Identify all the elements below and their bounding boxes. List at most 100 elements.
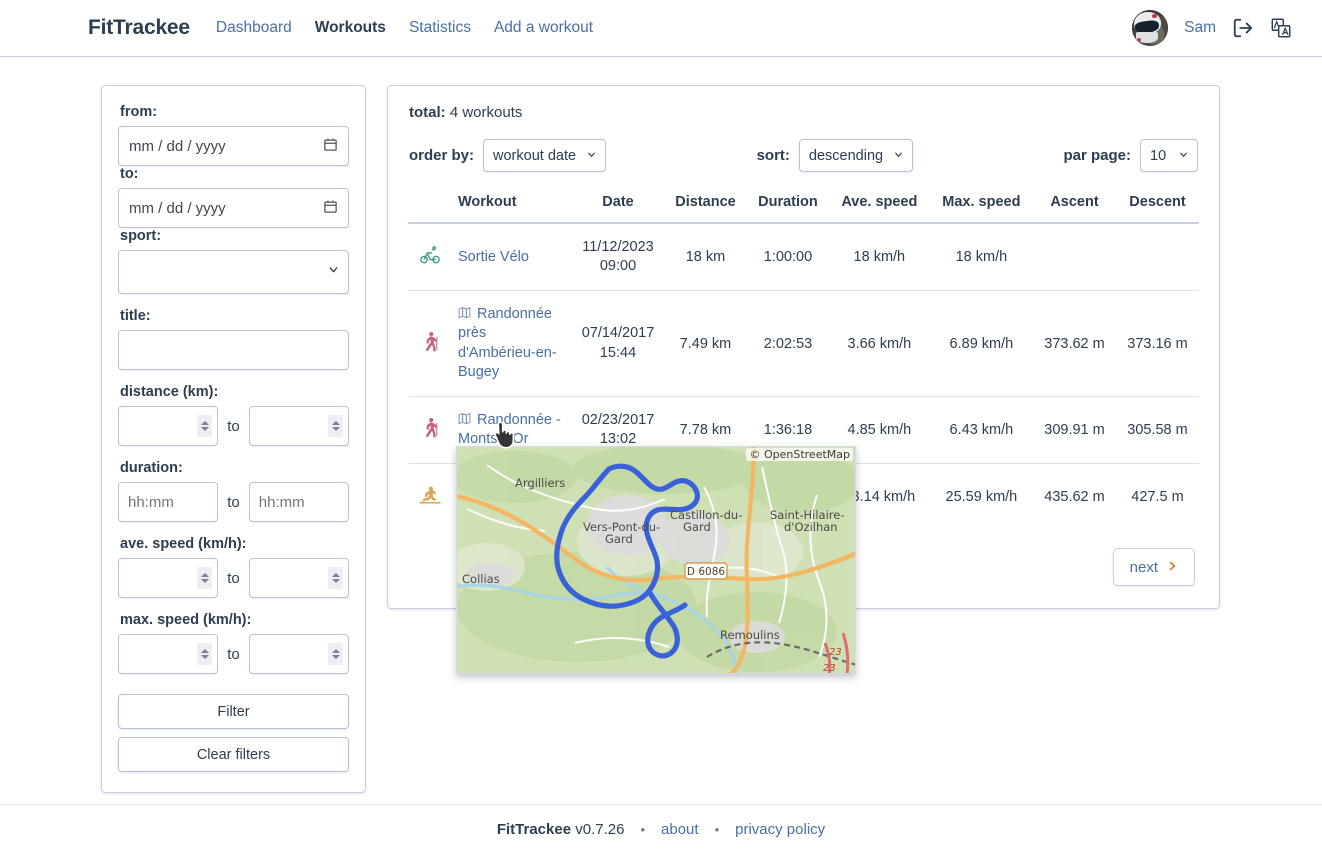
total-value: 4 workouts xyxy=(450,104,523,121)
filter-distance-to-input[interactable] xyxy=(249,406,349,446)
workout-map-popup[interactable]: D 6086 23 23 Argilliers Vers-Pont-du- Ga… xyxy=(456,446,856,674)
sort-select[interactable]: descending xyxy=(799,139,913,172)
workout-descent xyxy=(1116,223,1199,291)
workout-title-link[interactable]: Sortie Vélo xyxy=(458,249,529,265)
filter-title-input[interactable] xyxy=(118,330,349,370)
map-canvas: D 6086 23 23 Argilliers Vers-Pont-du- Ga… xyxy=(457,447,856,674)
calendar-icon[interactable] xyxy=(323,199,338,218)
filter-max-speed-from-input[interactable] xyxy=(118,634,218,674)
nav-item-dashboard[interactable]: Dashboard xyxy=(216,19,292,37)
sort-group: sort: descending xyxy=(757,139,913,172)
app-brand[interactable]: FitTrackee xyxy=(88,16,190,40)
per-page-label: par page: xyxy=(1063,147,1131,164)
road-label-23b: 23 xyxy=(823,663,836,674)
filter-duration-to-input[interactable] xyxy=(249,482,349,522)
footer-version: v0.7.26 xyxy=(575,821,624,838)
workout-time: 15:44 xyxy=(578,344,658,363)
filter-max-speed-row: to xyxy=(118,634,349,674)
next-page-button[interactable]: next xyxy=(1113,548,1195,586)
filter-max-speed-to-input[interactable] xyxy=(249,634,349,674)
workout-distance: 7.49 km xyxy=(664,291,747,397)
chevron-right-icon xyxy=(1166,559,1178,576)
filter-submit-button[interactable]: Filter xyxy=(118,694,349,729)
filter-ave-speed-to-wrap xyxy=(249,558,349,598)
filter-ave-speed-label: ave. speed (km/h): xyxy=(120,536,349,552)
filter-distance-joiner: to xyxy=(227,418,240,435)
workout-descent: 305.58 m xyxy=(1116,396,1199,463)
per-page-select[interactable]: 10 xyxy=(1140,139,1198,172)
workout-descent: 373.16 m xyxy=(1116,291,1199,397)
filter-sport-select[interactable] xyxy=(118,250,349,294)
next-page-label: next xyxy=(1130,559,1158,576)
hiking-icon[interactable] xyxy=(408,396,452,463)
nav-item-statistics[interactable]: Statistics xyxy=(409,19,471,37)
footer-about-link[interactable]: about xyxy=(661,821,699,838)
order-by-group: order by: workout date xyxy=(409,139,606,172)
mountain-biking-icon[interactable] xyxy=(408,464,452,531)
workout-descent: 427.5 m xyxy=(1116,464,1199,531)
workout-time: 09:00 xyxy=(578,257,658,276)
footer-privacy-link[interactable]: privacy policy xyxy=(735,821,825,838)
logout-icon[interactable] xyxy=(1232,17,1254,39)
filter-duration-from-input[interactable] xyxy=(118,482,218,522)
order-by-select[interactable]: workout date xyxy=(483,139,606,172)
filter-sport-select-wrap xyxy=(118,250,349,294)
filter-ave-speed-row: to xyxy=(118,558,349,598)
filters-card: from: mm / dd / yyyy to: mm / dd / yyyy xyxy=(101,85,366,793)
hiking-icon[interactable] xyxy=(408,291,452,397)
filter-from-date-input[interactable]: mm / dd / yyyy xyxy=(118,126,349,166)
osm-attribution[interactable]: © OpenStreetMap xyxy=(746,448,853,461)
main-nav: Dashboard Workouts Statistics Add a work… xyxy=(216,19,593,37)
place-argilliers: Argilliers xyxy=(515,476,565,490)
filter-to-label: to: xyxy=(120,166,349,182)
road-label-d6086: D 6086 xyxy=(685,563,727,579)
nav-item-workouts[interactable]: Workouts xyxy=(315,19,386,37)
cycling-icon[interactable] xyxy=(408,223,452,291)
filter-max-speed-to-wrap xyxy=(249,634,349,674)
per-page-group: par page: 10 xyxy=(1063,139,1198,172)
filter-ave-speed-from-input[interactable] xyxy=(118,558,218,598)
sort-select-wrap: descending xyxy=(799,139,913,172)
workout-title-cell: Randonnée près d'Ambérieu-en-Bugey xyxy=(452,291,572,397)
app-header: FitTrackee Dashboard Workouts Statistics… xyxy=(0,0,1322,57)
table-header-row: Workout Date Distance Duration Ave. spee… xyxy=(408,194,1199,223)
filter-ave-speed-to-input[interactable] xyxy=(249,558,349,598)
table-row[interactable]: Randonnée près d'Ambérieu-en-Bugey07/14/… xyxy=(408,291,1199,397)
workout-date-cell: 07/14/201715:44 xyxy=(572,291,664,397)
place-castillon-du-gard-2: Gard xyxy=(683,520,711,534)
workout-ave-speed: 18 km/h xyxy=(829,223,930,291)
col-max-speed: Max. speed xyxy=(930,194,1033,223)
nav-item-add-a-workout[interactable]: Add a workout xyxy=(494,19,593,37)
list-controls: order by: workout date sort: xyxy=(408,139,1199,172)
map-icon xyxy=(458,412,474,428)
order-by-label: order by: xyxy=(409,147,474,164)
filter-distance-from-wrap xyxy=(118,406,218,446)
language-translate-icon[interactable] xyxy=(1270,17,1292,39)
place-remoulins: Remoulins xyxy=(720,628,780,642)
filter-to-date-input[interactable]: mm / dd / yyyy xyxy=(118,188,349,228)
filter-title-label: title: xyxy=(120,308,349,324)
filter-distance-to-wrap xyxy=(249,406,349,446)
calendar-icon[interactable] xyxy=(323,137,338,156)
filter-max-speed-label: max. speed (km/h): xyxy=(120,612,349,628)
place-saint-hilaire-2: d'Ozilhan xyxy=(784,520,838,534)
avatar[interactable] xyxy=(1132,10,1168,46)
table-row[interactable]: Sortie Vélo11/12/202309:0018 km1:00:0018… xyxy=(408,223,1199,291)
workout-max-speed: 6.89 km/h xyxy=(930,291,1033,397)
svg-text:D 6086: D 6086 xyxy=(687,566,725,578)
filter-ave-speed-from-wrap xyxy=(118,558,218,598)
filter-distance-from-input[interactable] xyxy=(118,406,218,446)
workout-ascent: 435.62 m xyxy=(1033,464,1116,531)
username-label[interactable]: Sam xyxy=(1184,19,1216,37)
total-label: total: xyxy=(409,104,446,121)
filter-max-speed-joiner: to xyxy=(227,646,240,663)
filter-duration-row: to xyxy=(118,482,349,522)
clear-filters-button[interactable]: Clear filters xyxy=(118,737,349,772)
workout-max-speed: 18 km/h xyxy=(930,223,1033,291)
workout-max-speed: 6.43 km/h xyxy=(930,396,1033,463)
workout-max-speed: 25.59 km/h xyxy=(930,464,1033,531)
filter-to-date-value: mm / dd / yyyy xyxy=(129,200,226,217)
road-label-23: 23 xyxy=(829,647,842,658)
workout-ascent xyxy=(1033,223,1116,291)
map-icon xyxy=(458,306,474,322)
